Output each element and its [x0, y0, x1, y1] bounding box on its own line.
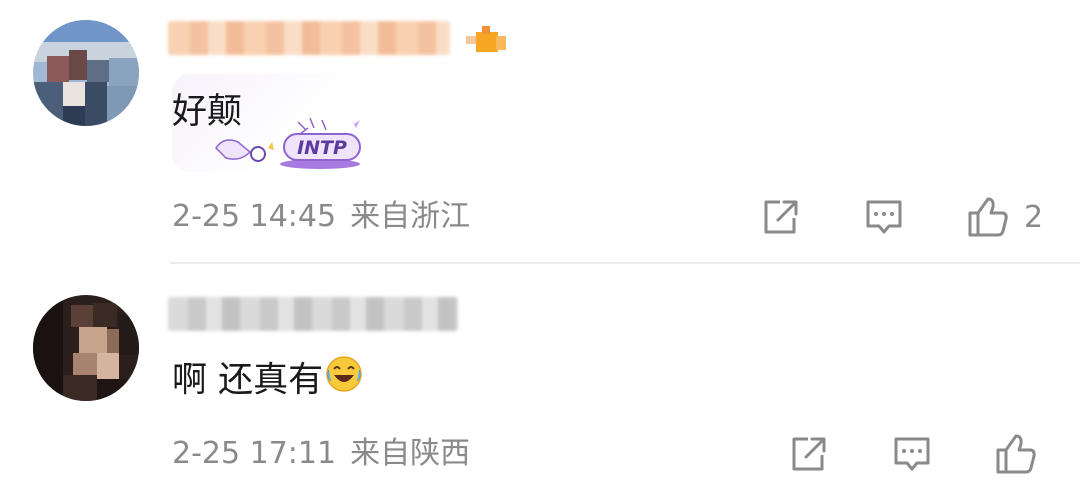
comment-meta: 2-25 17:11 来自陕西: [172, 437, 470, 471]
username-blurred[interactable]: [168, 297, 458, 331]
comment-icon: [866, 200, 902, 234]
like-button[interactable]: [994, 432, 1038, 476]
user-badge-icon: [466, 26, 506, 54]
comment-item: 啊 还真有 2-25 17:11 来自陕西: [0, 263, 1080, 494]
timestamp: 2-25 17:11: [172, 436, 337, 471]
share-button[interactable]: [788, 435, 828, 473]
avatar[interactable]: [33, 295, 139, 401]
comment-item: 好颠 INTP 2-25 14:45 来自浙江 2: [0, 0, 1080, 262]
comment-icon: [894, 437, 930, 471]
sticker-label: INTP: [297, 137, 347, 159]
reply-button[interactable]: [892, 435, 932, 475]
intp-sticker: INTP: [210, 108, 365, 174]
share-button[interactable]: [760, 198, 800, 236]
thumbs-up-icon: [996, 434, 1036, 474]
thumbs-up-icon: [968, 197, 1008, 237]
location: 来自浙江: [350, 199, 471, 234]
username-blurred[interactable]: [168, 21, 450, 55]
comment-text-content: 啊 还真有: [172, 360, 324, 401]
timestamp: 2-25 14:45: [172, 199, 337, 234]
comment-meta: 2-25 14:45 来自浙江: [172, 200, 470, 234]
avatar[interactable]: [33, 20, 139, 126]
share-icon: [792, 437, 826, 471]
like-count: 2: [1024, 199, 1044, 235]
reply-button[interactable]: [864, 198, 904, 238]
like-button[interactable]: 2: [966, 195, 1043, 239]
location: 来自陕西: [350, 436, 471, 471]
share-icon: [764, 200, 798, 234]
comment-text: 啊 还真有: [172, 355, 363, 405]
laughing-crying-emoji: [325, 355, 363, 402]
